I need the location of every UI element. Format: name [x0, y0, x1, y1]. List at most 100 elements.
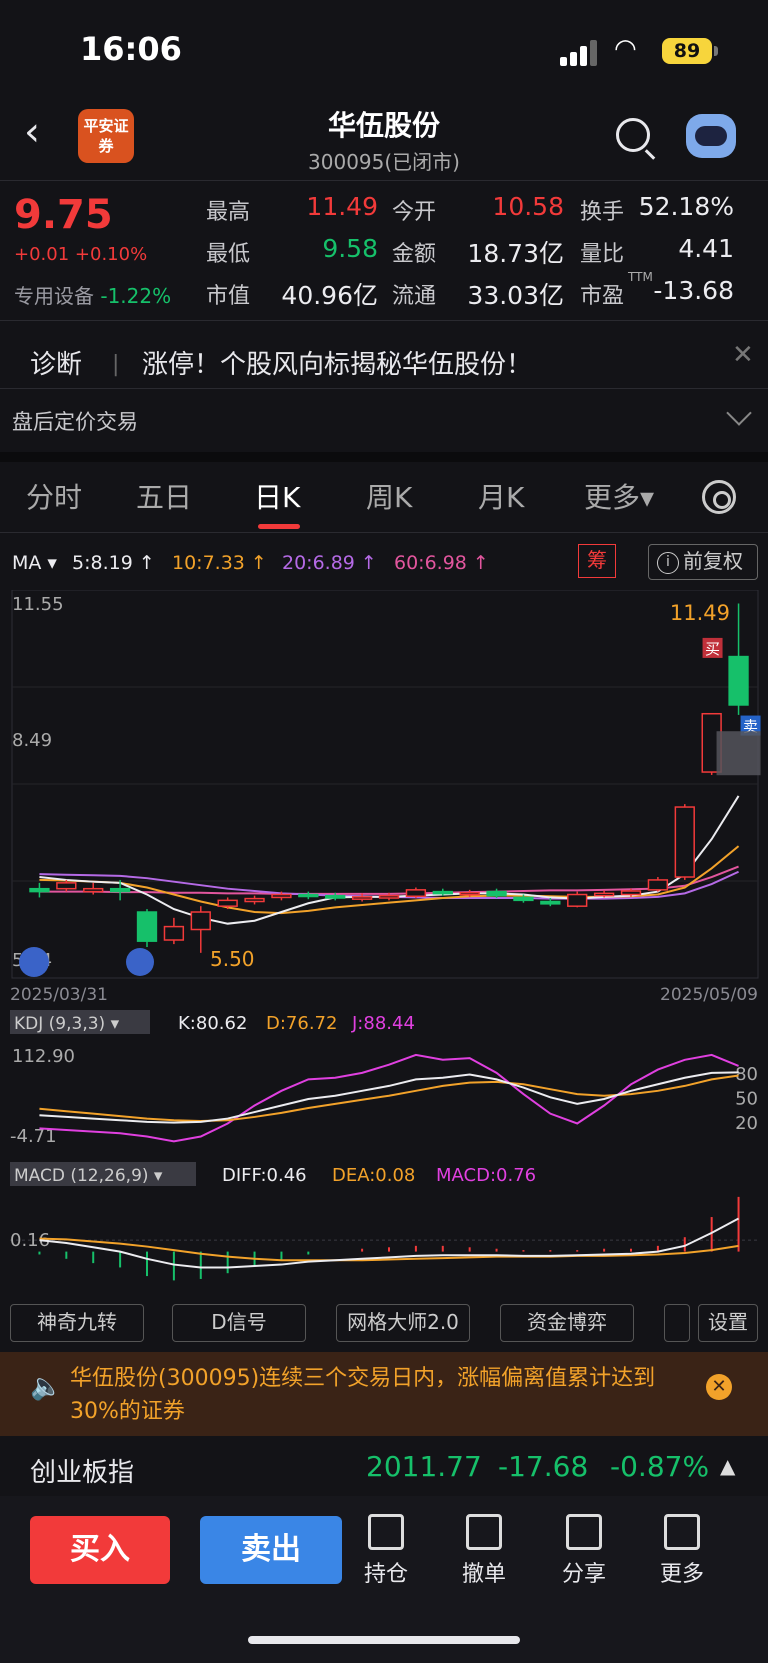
- candle: [432, 890, 453, 895]
- page-title: 华伍股份: [327, 109, 440, 142]
- indicator-button[interactable]: 网格大师2.0: [336, 1304, 470, 1342]
- tab-item[interactable]: 周K: [366, 476, 412, 516]
- tab-item[interactable]: 五日: [136, 476, 192, 516]
- kdj-k-line: [39, 1071, 739, 1124]
- ma-value: 10:7.33 ↑: [172, 552, 267, 574]
- notice-text: 华伍股份(300095)连续三个交易日内，涨幅偏离值累计达到30%的证券: [70, 1366, 656, 1424]
- y-axis-mid: 8.49: [12, 730, 52, 751]
- after-hours-block: [716, 731, 761, 776]
- tab-item[interactable]: 月K: [478, 476, 524, 516]
- close-icon[interactable]: ✕: [706, 1374, 732, 1400]
- indicator-button[interactable]: 神奇九转: [10, 1304, 144, 1342]
- candle: [540, 900, 561, 905]
- candle: [620, 890, 642, 896]
- chevron-up-icon[interactable]: ▲: [720, 1454, 735, 1478]
- assistant-robot-icon[interactable]: [686, 114, 736, 158]
- diagnosis-separator: |: [112, 352, 120, 377]
- quote-label: 最低: [206, 242, 251, 267]
- quote-label: 量比: [580, 242, 625, 267]
- tab-item[interactable]: 更多▾: [584, 476, 654, 516]
- quote-label: 市盈: [580, 284, 625, 309]
- candle: [190, 911, 211, 931]
- search-icon[interactable]: [616, 118, 650, 152]
- tab-item[interactable]: 分时: [26, 476, 82, 516]
- price-change: +0.01 +0.10%: [14, 244, 148, 265]
- candle: [83, 887, 104, 893]
- kdj-d-value: D:76.72: [266, 1013, 337, 1034]
- indicator-button[interactable]: 设置: [698, 1304, 758, 1342]
- candle: [29, 887, 50, 893]
- indicator-button-partial[interactable]: [664, 1304, 690, 1342]
- candle: [674, 806, 695, 878]
- buy-button[interactable]: 买入: [30, 1516, 170, 1584]
- candle: [109, 887, 131, 893]
- ma10-line: [39, 845, 740, 915]
- index-change: -17.68: [498, 1450, 589, 1483]
- quote-label: 最高: [206, 200, 251, 225]
- indicator-button[interactable]: 资金博弈: [500, 1304, 634, 1342]
- index-bar[interactable]: 创业板指 2011.77 -17.68 -0.87% ▲: [0, 1436, 768, 1496]
- candle: [325, 894, 346, 899]
- candle: [593, 892, 615, 897]
- ma5-line: [39, 795, 740, 925]
- macd-dea-value: DEA:0.08: [332, 1165, 415, 1186]
- sector-change[interactable]: 专用设备 -1.22%: [14, 280, 171, 309]
- diagnosis-banner[interactable]: 诊断 | 涨停！个股风向标揭秘华伍股份！ ✕: [0, 322, 768, 388]
- macd-diff-value: DIFF:0.46: [222, 1165, 307, 1186]
- ma-selector[interactable]: MA ▾: [12, 552, 57, 574]
- date-end: 2025/05/09: [660, 985, 758, 1005]
- toolbar-item[interactable]: 持仓: [351, 1514, 421, 1588]
- y-axis-top: 11.55: [12, 594, 64, 615]
- toolbar-item[interactable]: 撤单: [449, 1514, 519, 1588]
- candle: [163, 925, 185, 941]
- quote-label: 金额: [392, 242, 437, 267]
- kdj-k-value: K:80.62: [178, 1013, 247, 1034]
- risk-notice[interactable]: 🔈 华伍股份(300095)连续三个交易日内，涨幅偏离值累计达到30%的证券 ✕: [0, 1352, 768, 1436]
- candle: [298, 893, 319, 898]
- toolbar-item-label: 分享: [561, 1562, 606, 1587]
- chip-distribution-button[interactable]: 筹: [578, 544, 616, 578]
- ma-value: 60:6.98 ↑: [394, 552, 489, 574]
- close-icon[interactable]: ✕: [732, 340, 754, 370]
- candle: [56, 882, 77, 890]
- signal-icon: [560, 40, 600, 66]
- candle: [217, 899, 238, 907]
- ma60-line: [39, 865, 739, 895]
- quote-value: 18.73亿: [467, 239, 564, 268]
- quote-label: 换手: [580, 200, 625, 225]
- quote-value: 10.58: [492, 192, 564, 221]
- index-pct: -0.87%: [610, 1450, 710, 1483]
- expand-left-icon: [19, 947, 49, 977]
- after-hours-trading[interactable]: 盘后定价交易: [12, 406, 138, 436]
- divider: [0, 320, 768, 321]
- candle: [459, 892, 480, 896]
- ma-value: 20:6.89 ↑: [282, 552, 377, 574]
- more-icon: [664, 1514, 700, 1550]
- toolbar-item[interactable]: 更多: [647, 1514, 717, 1588]
- index-name: 创业板指: [30, 1458, 135, 1488]
- share-icon: [566, 1514, 602, 1550]
- kdj-level: 20: [735, 1113, 758, 1134]
- indicator-button[interactable]: D信号: [172, 1304, 306, 1342]
- kdj-level: 80: [735, 1064, 758, 1085]
- toolbar-item-label: 更多: [659, 1562, 704, 1587]
- tab-item[interactable]: 日K: [254, 476, 300, 516]
- adjust-mode-button[interactable]: i 前复权: [648, 544, 758, 580]
- quote-value: 40.96亿: [281, 281, 378, 310]
- candle: [351, 896, 373, 900]
- quote-value: 4.41: [678, 234, 734, 263]
- cancel-order-icon: [466, 1514, 502, 1550]
- quote-label: 今开: [392, 200, 437, 225]
- candle: [567, 893, 588, 907]
- wifi-icon: ◠: [614, 34, 637, 64]
- divider: [0, 388, 768, 389]
- kline-chart-area[interactable]: 11.558.495.2411.495.50买卖2025/03/312025/0…: [0, 590, 768, 1290]
- candle: [244, 897, 265, 903]
- sell-button[interactable]: 卖出: [200, 1516, 342, 1584]
- index-value: 2011.77: [366, 1450, 482, 1483]
- chevron-down-icon[interactable]: [726, 400, 752, 426]
- toolbar-item[interactable]: 分享: [549, 1514, 619, 1588]
- info-icon: i: [657, 552, 679, 574]
- toolbar-item-label: 撤单: [461, 1562, 506, 1587]
- gear-icon[interactable]: [702, 480, 736, 514]
